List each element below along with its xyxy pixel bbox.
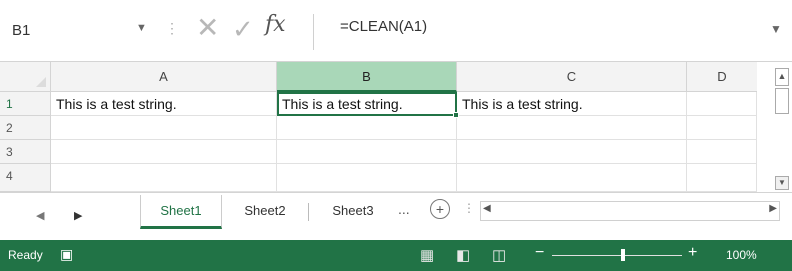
cell-c1[interactable]: This is a test string.: [457, 92, 687, 116]
cell-d2[interactable]: [687, 116, 757, 140]
cell-a4[interactable]: [51, 164, 277, 192]
column-header-d[interactable]: D: [687, 62, 757, 92]
tab-sheet2[interactable]: Sheet2: [224, 195, 306, 229]
column-header-a[interactable]: A: [51, 62, 277, 92]
fill-handle[interactable]: [453, 112, 459, 118]
formula-divider: [313, 14, 314, 50]
cell-d4[interactable]: [687, 164, 757, 192]
column-header-b[interactable]: B: [277, 62, 457, 92]
cell-c4[interactable]: [457, 164, 687, 192]
worksheet-grid: A B C D 1 2 3 4 This is a test string. T…: [0, 62, 792, 192]
row-header-1[interactable]: 1: [0, 92, 51, 116]
cell-b4[interactable]: [277, 164, 457, 192]
vertical-scroll-thumb[interactable]: [775, 88, 789, 114]
select-all-corner[interactable]: [0, 62, 51, 92]
cell-c2[interactable]: [457, 116, 687, 140]
tab-divider: [308, 203, 309, 221]
cell-a3[interactable]: [51, 140, 277, 164]
tab-scroll-right-icon[interactable]: ▶: [74, 209, 82, 222]
scroll-left-icon[interactable]: ◀: [483, 203, 491, 214]
name-box[interactable]: B1 ▼: [8, 18, 153, 44]
tab-sheet1[interactable]: Sheet1: [140, 195, 222, 229]
insert-function-icon[interactable]: fx: [265, 14, 286, 36]
zoom-in-icon[interactable]: +: [688, 244, 697, 262]
formula-bar: B1 ▼ ⋮ ✕ ✓ fx =CLEAN(A1) ▼: [0, 0, 792, 62]
row-header-2[interactable]: 2: [0, 116, 51, 140]
horizontal-scrollbar[interactable]: ◀ ▶: [480, 201, 780, 221]
zoom-out-icon[interactable]: −: [535, 244, 544, 262]
tab-scroll-left-icon[interactable]: ◀: [36, 209, 44, 222]
cell-b1[interactable]: This is a test string.: [277, 92, 457, 116]
scroll-down-icon[interactable]: ▼: [775, 176, 789, 190]
zoom-slider-thumb[interactable]: [621, 249, 625, 261]
split-handle-icon[interactable]: ⋮: [463, 201, 475, 215]
zoom-level[interactable]: 100%: [726, 248, 757, 262]
formula-input[interactable]: =CLEAN(A1): [340, 18, 427, 35]
page-layout-view-icon[interactable]: ◧: [456, 246, 470, 264]
check-icon[interactable]: ✓: [232, 16, 254, 42]
add-sheet-icon[interactable]: +: [430, 199, 450, 219]
horizontal-scroll-thumb[interactable]: [501, 202, 761, 220]
cell-a1[interactable]: This is a test string.: [51, 92, 277, 116]
zoom-slider[interactable]: [552, 255, 682, 256]
row-header-3[interactable]: 3: [0, 140, 51, 164]
close-icon[interactable]: ✕: [196, 14, 219, 42]
name-box-value[interactable]: B1: [12, 22, 30, 39]
cell-c3[interactable]: [457, 140, 687, 164]
normal-view-icon[interactable]: ▦: [420, 246, 434, 264]
macro-record-icon[interactable]: ▣: [60, 246, 73, 263]
cell-b3[interactable]: [277, 140, 457, 164]
more-sheets-button[interactable]: ...: [398, 201, 410, 217]
row-header-4[interactable]: 4: [0, 164, 51, 192]
sheet-tab-bar: ◀ ▶ Sheet1 Sheet2 Sheet3 ... + ⋮ ◀ ▶: [0, 192, 792, 240]
chevron-down-icon[interactable]: ▼: [136, 22, 147, 34]
vertical-scrollbar[interactable]: ▲ ▼: [757, 62, 792, 192]
scroll-up-icon[interactable]: ▲: [775, 68, 789, 86]
select-all-icon[interactable]: [36, 77, 46, 87]
status-mode: Ready: [8, 248, 43, 262]
expand-formula-icon[interactable]: ▼: [770, 22, 782, 36]
cell-a2[interactable]: [51, 116, 277, 140]
scroll-right-icon[interactable]: ▶: [769, 203, 777, 214]
status-bar: Ready ▣ ▦ ◧ ◫ − + 100%: [0, 240, 792, 271]
cell-b2[interactable]: [277, 116, 457, 140]
column-header-c[interactable]: C: [457, 62, 687, 92]
grip-icon: ⋮: [165, 20, 180, 36]
page-break-view-icon[interactable]: ◫: [492, 246, 506, 264]
tab-sheet3[interactable]: Sheet3: [312, 195, 394, 229]
cell-d1[interactable]: [687, 92, 757, 116]
cell-d3[interactable]: [687, 140, 757, 164]
